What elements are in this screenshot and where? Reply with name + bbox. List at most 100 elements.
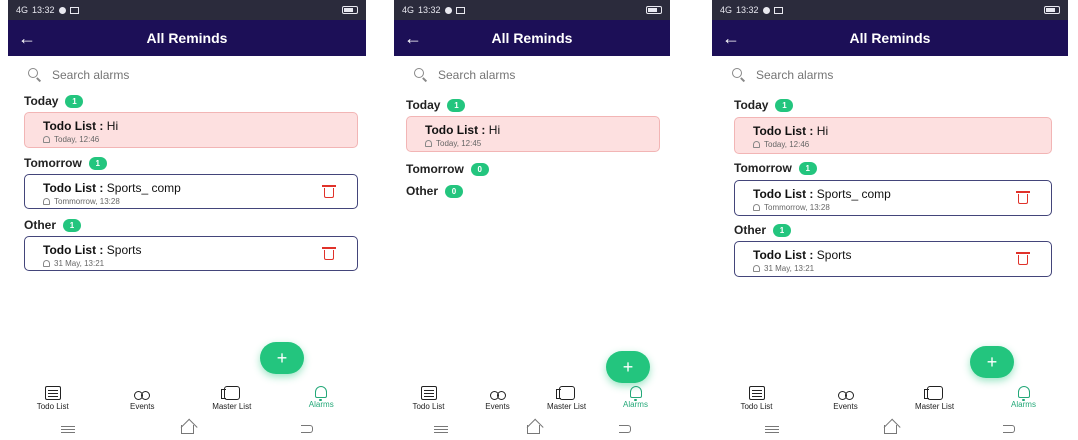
phone-screen-3: 4G13:32 ← All Reminds Today 1 Todo List … — [712, 0, 1068, 440]
reminder-card[interactable]: Todo List : Sports_ comp Tommorrow, 13:2… — [734, 180, 1052, 216]
back-arrow-icon[interactable]: ← — [18, 20, 36, 56]
nav-alarms[interactable]: Alarms — [611, 386, 661, 409]
bicycle-icon — [134, 386, 151, 400]
nav-events[interactable]: Events — [473, 386, 523, 411]
bell-icon — [43, 198, 50, 205]
reminder-time: Today, 12:46 — [764, 140, 810, 149]
todo-list-icon — [420, 386, 437, 400]
count-badge: 0 — [470, 162, 489, 176]
status-time: 13:32 — [418, 5, 441, 15]
section-other: Other 0 — [406, 184, 464, 198]
reminder-time: Today, 12:45 — [436, 139, 482, 148]
reminder-time: Today, 12:46 — [54, 135, 100, 144]
nav-label: Alarms — [1011, 400, 1036, 409]
nav-todo-list[interactable]: Todo List — [732, 386, 782, 411]
master-list-icon — [923, 386, 943, 400]
search-input[interactable] — [52, 68, 232, 82]
add-button[interactable]: + — [970, 346, 1014, 378]
nav-label: Alarms — [623, 400, 648, 409]
message-icon — [69, 6, 79, 14]
menu-icon[interactable] — [433, 428, 448, 430]
section-label: Other — [24, 218, 57, 232]
page-title: All Reminds — [849, 30, 931, 46]
section-today: Today 1 — [24, 94, 84, 108]
nav-alarms[interactable]: Alarms — [296, 386, 346, 409]
add-button[interactable]: + — [606, 351, 650, 383]
trash-icon[interactable] — [322, 185, 336, 198]
back-icon[interactable] — [300, 425, 313, 433]
home-icon[interactable] — [181, 424, 195, 434]
nav-label: Alarms — [308, 400, 334, 409]
search-bar[interactable] — [732, 64, 1052, 86]
search-input[interactable] — [438, 68, 618, 82]
app-bar: ← All Reminds — [712, 20, 1068, 56]
nav-label: Todo List — [412, 402, 445, 411]
nav-master-list[interactable]: Master List — [910, 386, 960, 411]
reminder-card[interactable]: Todo List : Hi Today, 12:46 — [734, 117, 1052, 154]
bell-icon — [43, 260, 50, 267]
signal-label: 4G — [402, 5, 415, 15]
bicycle-icon — [837, 386, 854, 400]
reminder-time: Tommorrow, 13:28 — [54, 197, 120, 206]
trash-icon[interactable] — [1016, 252, 1030, 265]
nav-master-list[interactable]: Master List — [542, 386, 592, 411]
nav-label: Todo List — [740, 402, 773, 411]
section-label: Today — [24, 94, 59, 108]
nav-alarms[interactable]: Alarms — [999, 386, 1049, 409]
search-icon — [732, 68, 746, 82]
back-icon[interactable] — [618, 425, 631, 433]
nav-todo-list[interactable]: Todo List — [28, 386, 78, 411]
reminder-card[interactable]: Todo List : Sports 31 May, 13:21 — [734, 241, 1052, 277]
search-icon — [28, 68, 42, 82]
search-bar[interactable] — [28, 64, 350, 86]
count-badge: 1 — [65, 94, 84, 108]
home-icon[interactable] — [884, 424, 898, 434]
count-badge: 1 — [773, 223, 792, 237]
status-icon — [444, 6, 452, 14]
reminder-card[interactable]: Todo List : Hi Today, 12:46 — [24, 112, 358, 148]
bell-icon — [425, 140, 432, 147]
list-name: Todo List : — [43, 181, 104, 195]
nav-label: Events — [833, 402, 858, 411]
status-bar: 4G 13:32 — [394, 0, 670, 20]
nav-master-list[interactable]: Master List — [207, 386, 257, 411]
section-label: Tomorrow — [734, 161, 792, 175]
add-button[interactable]: + — [260, 342, 304, 374]
reminder-time: 31 May, 13:21 — [764, 264, 815, 273]
status-bar: 4G 13:32 — [712, 0, 1068, 20]
search-bar[interactable] — [414, 64, 654, 86]
search-input[interactable] — [756, 68, 936, 82]
phone-screen-2: 4G13:32 ← All Reminds Today 1 Todo List … — [394, 0, 670, 440]
app-bar: ← All Reminds — [394, 20, 670, 56]
phone-screen-1: 4G13:32 ← All Reminds Today 1 Todo List … — [8, 0, 366, 440]
section-today: Today 1 — [734, 98, 794, 112]
reminder-card[interactable]: Todo List : Hi Today, 12:45 — [406, 116, 660, 152]
list-name: Todo List : — [43, 243, 104, 257]
bell-icon — [753, 141, 760, 148]
nav-todo-list[interactable]: Todo List — [404, 386, 454, 411]
status-time: 13:32 — [736, 5, 759, 15]
status-bar: 4G 13:32 — [8, 0, 366, 20]
trash-icon[interactable] — [322, 247, 336, 260]
reminder-card[interactable]: Todo List : Sports 31 May, 13:21 — [24, 236, 358, 271]
reminder-card[interactable]: Todo List : Sports_ comp Tommorrow, 13:2… — [24, 174, 358, 209]
bottom-nav: Todo List Events Master List Alarms — [712, 386, 1068, 416]
list-name: Todo List : — [43, 119, 104, 133]
home-icon[interactable] — [526, 424, 540, 434]
trash-icon[interactable] — [1016, 191, 1030, 204]
page-title: All Reminds — [146, 30, 228, 46]
bottom-nav: Todo List Events Master List Alarms — [8, 386, 366, 416]
nav-events[interactable]: Events — [821, 386, 871, 411]
back-icon[interactable] — [1003, 425, 1016, 433]
reminder-title: Sports_ comp — [816, 187, 891, 201]
nav-label: Master List — [914, 402, 955, 411]
section-label: Other — [406, 184, 439, 198]
back-arrow-icon[interactable]: ← — [722, 20, 740, 56]
nav-events[interactable]: Events — [117, 386, 167, 411]
menu-icon[interactable] — [764, 428, 779, 430]
section-other: Other 1 — [734, 223, 792, 237]
back-arrow-icon[interactable]: ← — [404, 20, 422, 56]
menu-icon[interactable] — [61, 428, 76, 430]
alarm-bell-icon — [315, 386, 328, 401]
master-list-icon — [220, 386, 240, 400]
